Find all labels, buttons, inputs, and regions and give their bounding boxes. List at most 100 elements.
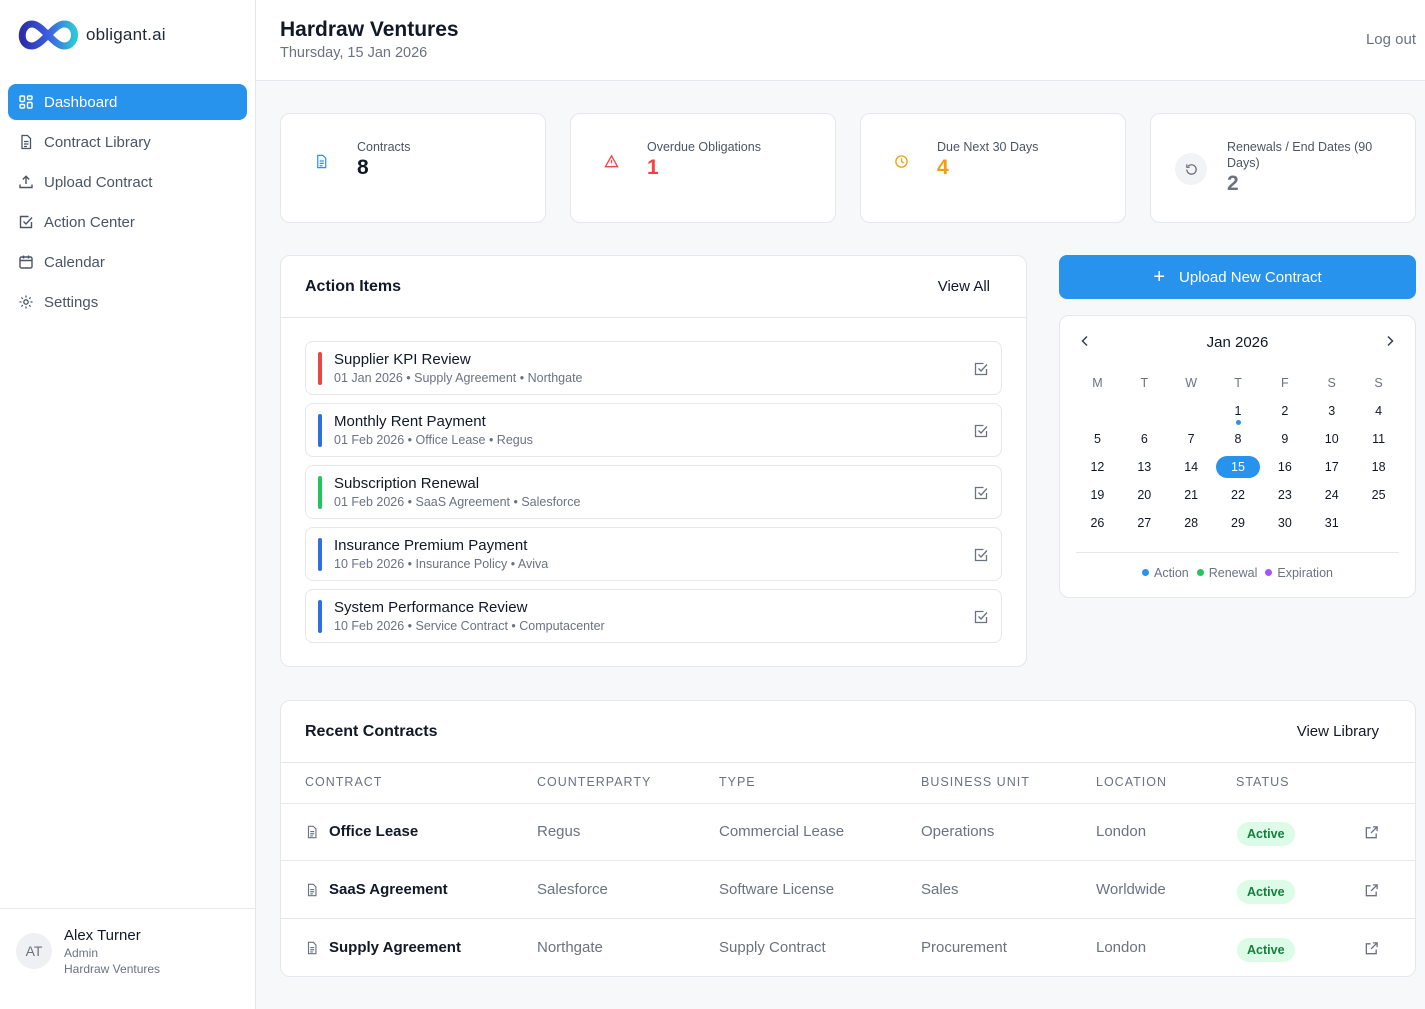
- action-item[interactable]: Monthly Rent Payment 01 Feb 2026 • Offic…: [305, 403, 1002, 457]
- calendar-day-number: 12: [1090, 460, 1105, 474]
- action-item[interactable]: Supplier KPI Review 01 Jan 2026 • Supply…: [305, 341, 1002, 395]
- calendar-day[interactable]: 23: [1261, 484, 1308, 512]
- calendar-day[interactable]: 1: [1215, 400, 1262, 428]
- calendar-day[interactable]: 4: [1355, 400, 1402, 428]
- user-profile[interactable]: AT Alex Turner Admin Hardraw Ventures: [0, 908, 255, 1009]
- calendar-day[interactable]: 13: [1121, 456, 1168, 484]
- calendar-day[interactable]: 18: [1355, 456, 1402, 484]
- table-row[interactable]: SaaS Agreement Salesforce Software Licen…: [281, 861, 1415, 919]
- external-link-icon[interactable]: [1364, 883, 1379, 898]
- contract-name[interactable]: Office Lease: [329, 823, 418, 840]
- calendar-day[interactable]: 10: [1308, 428, 1355, 456]
- calendar-day[interactable]: 20: [1121, 484, 1168, 512]
- calendar-day[interactable]: 9: [1261, 428, 1308, 456]
- table-row[interactable]: Office Lease Regus Commercial Lease Oper…: [281, 803, 1415, 861]
- priority-bar: [318, 476, 322, 509]
- stat-label: Renewals / End Dates (90 Days): [1227, 140, 1373, 170]
- action-item[interactable]: Subscription Renewal 01 Feb 2026 • SaaS …: [305, 465, 1002, 519]
- sidebar: obligant.ai Dashboard Contract Library U…: [0, 0, 256, 1009]
- stat-card-overdue[interactable]: Overdue Obligations 1: [570, 113, 836, 223]
- sidebar-item-upload-contract[interactable]: Upload Contract: [8, 164, 247, 200]
- action-items-title: Action Items: [305, 278, 402, 295]
- action-item[interactable]: System Performance Review 10 Feb 2026 • …: [305, 589, 1002, 643]
- sidebar-item-action-center[interactable]: Action Center: [8, 204, 247, 240]
- check-square-icon[interactable]: [973, 423, 989, 439]
- calendar-day[interactable]: 26: [1074, 512, 1121, 540]
- calendar-day[interactable]: 28: [1168, 512, 1215, 540]
- location: London: [1096, 823, 1147, 840]
- calendar-day-number: 10: [1324, 432, 1339, 446]
- calendar-day[interactable]: 15: [1215, 456, 1262, 484]
- calendar-day[interactable]: 5: [1074, 428, 1121, 456]
- external-link-icon[interactable]: [1364, 941, 1379, 956]
- action-item-meta: 01 Jan 2026 • Supply Agreement • Northga…: [334, 371, 583, 385]
- calendar-day[interactable]: 8: [1215, 428, 1262, 456]
- stat-value: 2: [1227, 172, 1239, 195]
- external-link-icon[interactable]: [1364, 825, 1379, 840]
- sidebar-item-settings[interactable]: Settings: [8, 284, 247, 320]
- status-badge: Active: [1237, 880, 1295, 904]
- contract-name[interactable]: SaaS Agreement: [329, 881, 448, 898]
- calendar-day-number: 18: [1371, 460, 1386, 474]
- weekday-label: F: [1281, 376, 1289, 390]
- stat-card-renewals[interactable]: Renewals / End Dates (90 Days) 2: [1150, 113, 1416, 223]
- legend-item: Renewal: [1196, 566, 1257, 580]
- upload-button-label: Upload New Contract: [1179, 268, 1322, 286]
- check-square-icon[interactable]: [973, 609, 989, 625]
- calendar-day[interactable]: 17: [1308, 456, 1355, 484]
- recent-contracts-panel: Recent Contracts View Library CONTRACT C…: [280, 700, 1416, 977]
- check-square-icon[interactable]: [973, 547, 989, 563]
- action-item[interactable]: Insurance Premium Payment 10 Feb 2026 • …: [305, 527, 1002, 581]
- chevron-right-icon[interactable]: [1383, 334, 1397, 348]
- calendar-day-number: 6: [1140, 432, 1148, 446]
- counterparty: Northgate: [537, 939, 603, 956]
- action-item-title: System Performance Review: [334, 599, 528, 616]
- calendar-day[interactable]: 19: [1074, 484, 1121, 512]
- view-all-link[interactable]: View All: [938, 278, 990, 295]
- calendar-day[interactable]: 31: [1308, 512, 1355, 540]
- action-items-panel: Action Items View All Supplier KPI Revie…: [280, 255, 1027, 667]
- stat-card-contracts[interactable]: Contracts 8: [280, 113, 546, 223]
- legend-dot: [1196, 569, 1204, 576]
- calendar-day[interactable]: 3: [1308, 400, 1355, 428]
- calendar-day-number: 8: [1234, 432, 1242, 446]
- recent-contracts-title: Recent Contracts: [305, 723, 438, 740]
- calendar-day[interactable]: 30: [1261, 512, 1308, 540]
- calendar-day[interactable]: 24: [1308, 484, 1355, 512]
- check-square-icon[interactable]: [973, 485, 989, 501]
- calendar-week-row: 5 6 7 8 9 10 11: [1074, 428, 1402, 456]
- calendar-day[interactable]: 29: [1215, 512, 1262, 540]
- logout-link[interactable]: Log out: [1366, 31, 1416, 48]
- column-header-counterparty: COUNTERPARTY: [537, 775, 652, 789]
- calendar-day[interactable]: 25: [1355, 484, 1402, 512]
- calendar-day[interactable]: 14: [1168, 456, 1215, 484]
- column-header-type: TYPE: [719, 775, 756, 789]
- document-icon: [305, 145, 337, 177]
- calendar-day[interactable]: 2: [1261, 400, 1308, 428]
- calendar-day[interactable]: 12: [1074, 456, 1121, 484]
- view-library-link[interactable]: View Library: [1297, 723, 1379, 740]
- infinity-logo-icon: [18, 20, 78, 50]
- brand-logo[interactable]: obligant.ai: [16, 18, 166, 52]
- check-square-icon: [18, 214, 34, 230]
- calendar-day[interactable]: 7: [1168, 428, 1215, 456]
- sidebar-item-calendar[interactable]: Calendar: [8, 244, 247, 280]
- contract-name[interactable]: Supply Agreement: [329, 939, 461, 956]
- calendar-day[interactable]: 27: [1121, 512, 1168, 540]
- warning-icon: [595, 145, 627, 177]
- calendar-day[interactable]: 16: [1261, 456, 1308, 484]
- upload-new-contract-button[interactable]: + Upload New Contract: [1059, 255, 1416, 299]
- priority-bar: [318, 538, 322, 571]
- calendar-day-number: 27: [1137, 516, 1152, 530]
- calendar-day[interactable]: 22: [1215, 484, 1262, 512]
- calendar-day[interactable]: 21: [1168, 484, 1215, 512]
- location: London: [1096, 939, 1147, 956]
- sidebar-item-contract-library[interactable]: Contract Library: [8, 124, 247, 160]
- sidebar-item-dashboard[interactable]: Dashboard: [8, 84, 247, 120]
- calendar-day[interactable]: 11: [1355, 428, 1402, 456]
- check-square-icon[interactable]: [973, 361, 989, 377]
- table-row[interactable]: Supply Agreement Northgate Supply Contra…: [281, 919, 1415, 977]
- calendar-day[interactable]: 6: [1121, 428, 1168, 456]
- stat-card-due-next[interactable]: Due Next 30 Days 4: [860, 113, 1126, 223]
- divider: [1076, 552, 1399, 553]
